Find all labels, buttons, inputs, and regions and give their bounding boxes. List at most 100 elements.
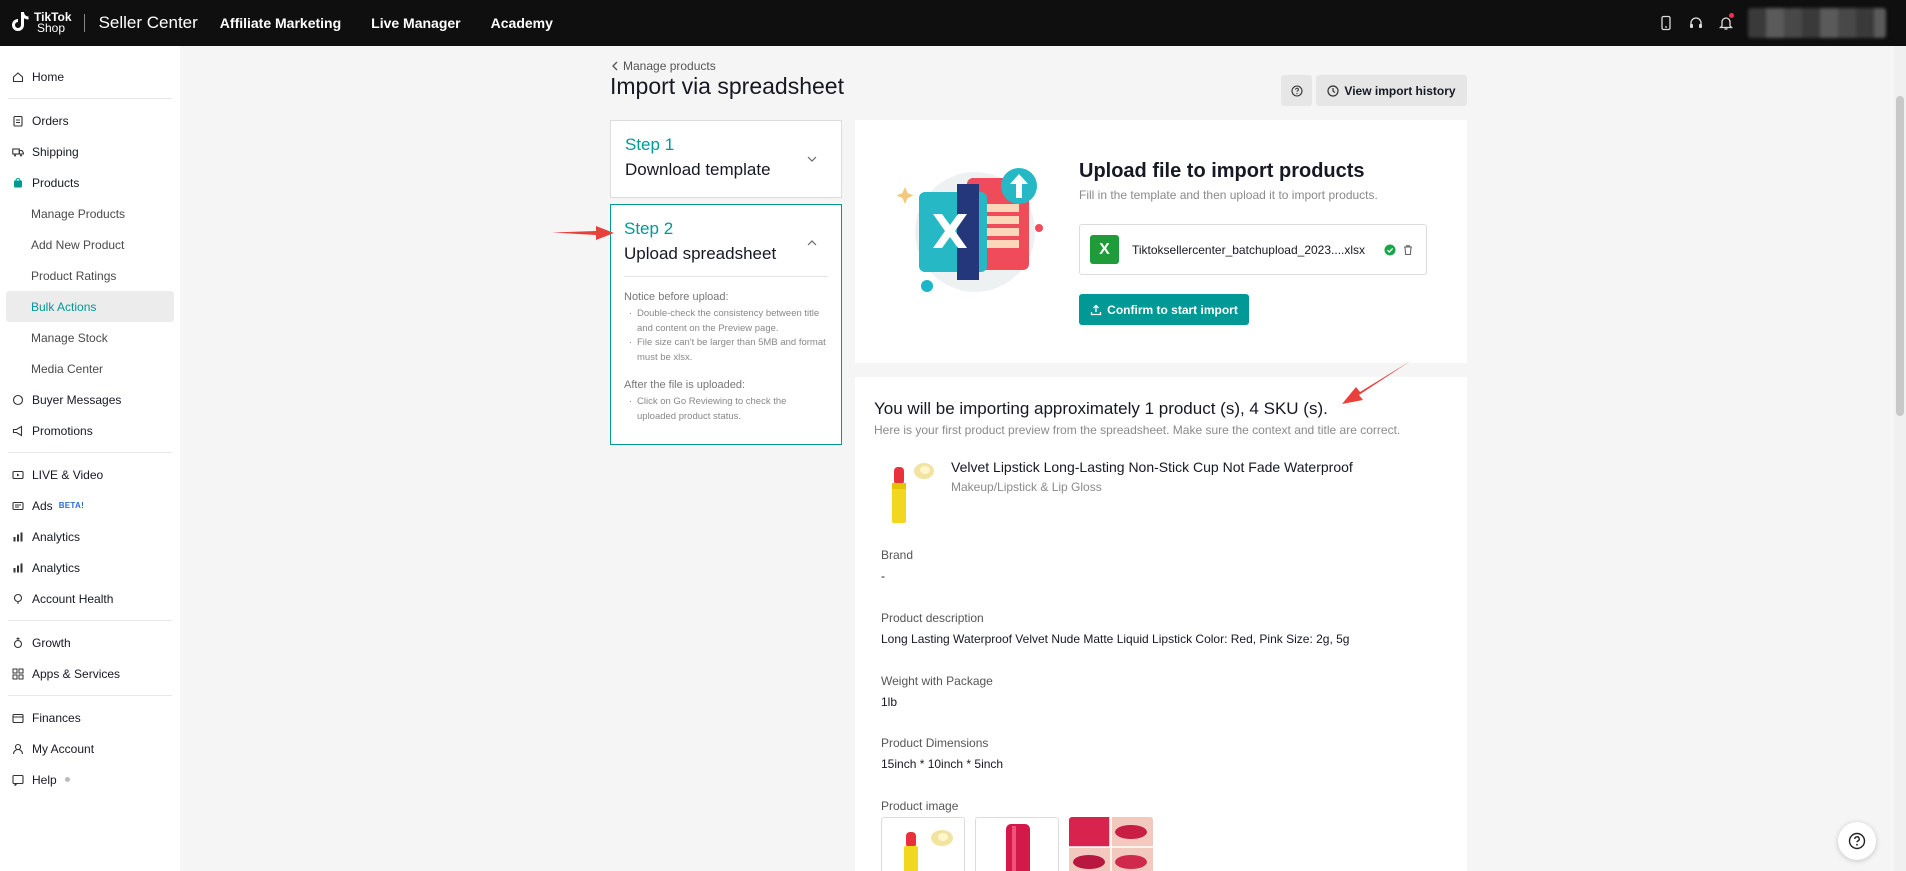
- sidebar-item-growth[interactable]: Growth: [0, 627, 180, 658]
- sidebar-item-account-health[interactable]: Account Health: [0, 583, 180, 614]
- sidebar-item-label: Finances: [32, 710, 81, 725]
- sidebar-item-finances[interactable]: Finances: [0, 702, 180, 733]
- sidebar-item-manage-products[interactable]: Manage Products: [0, 198, 180, 229]
- sidebar-item-live-video[interactable]: LIVE & Video: [0, 459, 180, 490]
- sidebar-divider: [8, 452, 172, 453]
- field-product-dimensions: Product Dimensions 15inch * 10inch * 5in…: [881, 736, 1003, 771]
- sidebar-item-orders[interactable]: Orders: [0, 105, 180, 136]
- sidebar-item-media-center[interactable]: Media Center: [0, 353, 180, 384]
- sidebar-item-buyer-messages[interactable]: Buyer Messages: [0, 384, 180, 415]
- chevron-down-icon[interactable]: [807, 155, 817, 163]
- chart-icon: [11, 561, 24, 574]
- product-image[interactable]: [1069, 817, 1153, 871]
- nav-live-manager[interactable]: Live Manager: [371, 15, 460, 31]
- product-image-list: [881, 817, 1153, 871]
- tiktok-note-icon: [10, 11, 32, 35]
- notification-dot: [1729, 13, 1734, 18]
- check-circle-icon: [1384, 244, 1396, 255]
- field-value: -: [881, 569, 885, 583]
- seller-center-title[interactable]: Seller Center: [99, 13, 198, 33]
- sidebar-item-help[interactable]: Help: [0, 764, 180, 795]
- step-1-label: Step 1: [625, 135, 675, 154]
- field-label: Weight with Package: [881, 674, 993, 688]
- chevron-left-icon: [612, 61, 618, 71]
- sidebar: Home Orders Shipping Products Manage Pro…: [0, 46, 180, 871]
- sidebar-item-products[interactable]: Products: [0, 167, 180, 198]
- headset-icon[interactable]: [1688, 15, 1704, 31]
- top-navigation-bar: TikTok Shop Seller Center Affiliate Mark…: [0, 0, 1906, 46]
- sidebar-item-label: Home: [32, 69, 65, 84]
- product-thumbnail: [882, 459, 942, 527]
- back-to-manage-products[interactable]: Manage products: [611, 59, 716, 73]
- nav-affiliate-marketing[interactable]: Affiliate Marketing: [220, 15, 341, 31]
- field-label: Product Dimensions: [881, 736, 989, 750]
- back-link-label: Manage products: [623, 59, 716, 73]
- product-category: Makeup/Lipstick & Lip Gloss: [951, 480, 1102, 494]
- sidebar-item-add-new-product[interactable]: Add New Product: [0, 229, 180, 260]
- sidebar-item-label: Growth: [32, 635, 71, 650]
- product-image[interactable]: [881, 817, 965, 871]
- chat-icon: [11, 393, 24, 406]
- wallet-icon: [11, 711, 24, 724]
- delete-icon[interactable]: [1402, 244, 1414, 256]
- tiktok-shop-logo[interactable]: TikTok Shop: [10, 11, 72, 35]
- uploaded-file-item: X Tiktoksellercenter_batchupload_2023...…: [1079, 224, 1427, 275]
- nav-academy[interactable]: Academy: [491, 15, 553, 31]
- notice-item: Double-check the consistency between tit…: [624, 307, 828, 336]
- chevron-up-icon[interactable]: [807, 239, 817, 247]
- import-preview-card: You will be importing approximately 1 pr…: [855, 377, 1467, 871]
- field-value: 15inch * 10inch * 5inch: [881, 757, 1004, 771]
- field-label: Product image: [881, 799, 959, 813]
- sidebar-item-home[interactable]: Home: [0, 61, 180, 92]
- sidebar-item-label: Bulk Actions: [31, 299, 97, 314]
- sidebar-item-manage-stock[interactable]: Manage Stock: [0, 322, 180, 353]
- sidebar-item-promotions[interactable]: Promotions: [0, 415, 180, 446]
- live-icon: [11, 468, 24, 481]
- field-label: Product description: [881, 611, 984, 625]
- confirm-start-import-button[interactable]: Confirm to start import: [1079, 294, 1249, 325]
- bell-icon[interactable]: [1718, 13, 1734, 31]
- notice-after-upload-heading: After the file is uploaded:: [624, 379, 746, 391]
- truck-icon: [11, 145, 24, 158]
- sidebar-item-label: Promotions: [32, 423, 93, 438]
- upload-subtitle: Fill in the template and then upload it …: [1079, 188, 1378, 202]
- sidebar-item-my-account[interactable]: My Account: [0, 733, 180, 764]
- scrollbar-thumb[interactable]: [1896, 96, 1904, 416]
- sidebar-item-label: Products: [32, 175, 80, 190]
- page-scrollbar[interactable]: [1894, 46, 1906, 871]
- sidebar-item-label: Analytics: [32, 529, 81, 544]
- sidebar-item-apps-services[interactable]: Apps & Services: [0, 658, 180, 689]
- sidebar-item-label: Media Center: [31, 361, 104, 376]
- health-icon: [11, 592, 24, 605]
- user-icon: [11, 742, 24, 755]
- spreadsheet-illustration: [896, 160, 1047, 300]
- sidebar-item-analytics[interactable]: Analytics: [0, 521, 180, 552]
- field-product-description: Product description Long Lasting Waterpr…: [881, 611, 1349, 646]
- import-summary-title: You will be importing approximately 1 pr…: [874, 399, 1328, 418]
- help-button[interactable]: [1281, 75, 1312, 106]
- mobile-icon[interactable]: [1658, 15, 1674, 31]
- step-1-panel[interactable]: Step 1 Download template: [610, 120, 842, 198]
- sidebar-item-label: Manage Products: [31, 206, 126, 221]
- sidebar-item-product-ratings[interactable]: Product Ratings: [0, 260, 180, 291]
- floating-help-button[interactable]: [1838, 822, 1876, 860]
- account-avatar[interactable]: [1748, 8, 1886, 38]
- beta-badge: BETA!: [58, 501, 85, 510]
- sidebar-item-shipping[interactable]: Shipping: [0, 136, 180, 167]
- view-import-history-button[interactable]: View import history: [1316, 75, 1467, 106]
- sidebar-item-bulk-actions[interactable]: Bulk Actions: [6, 291, 174, 322]
- annotation-arrow-step2: [552, 226, 614, 240]
- product-image[interactable]: [975, 817, 1059, 871]
- step-2-panel[interactable]: Step 2 Upload spreadsheet Notice before …: [610, 204, 842, 445]
- help-status-dot: [64, 777, 70, 782]
- sidebar-item-analytics-2[interactable]: Analytics: [0, 552, 180, 583]
- step-2-title: Upload spreadsheet: [624, 244, 777, 263]
- step-2-divider: [624, 276, 828, 277]
- question-icon: [1848, 832, 1866, 850]
- sidebar-item-ads[interactable]: Ads BETA!: [0, 490, 180, 521]
- field-value: 1lb: [881, 695, 898, 709]
- notice-before-upload-heading: Notice before upload:: [624, 291, 729, 303]
- sidebar-item-label: Add New Product: [31, 237, 125, 252]
- sidebar-item-label: Ads: [32, 498, 53, 513]
- sidebar-divider: [8, 695, 172, 696]
